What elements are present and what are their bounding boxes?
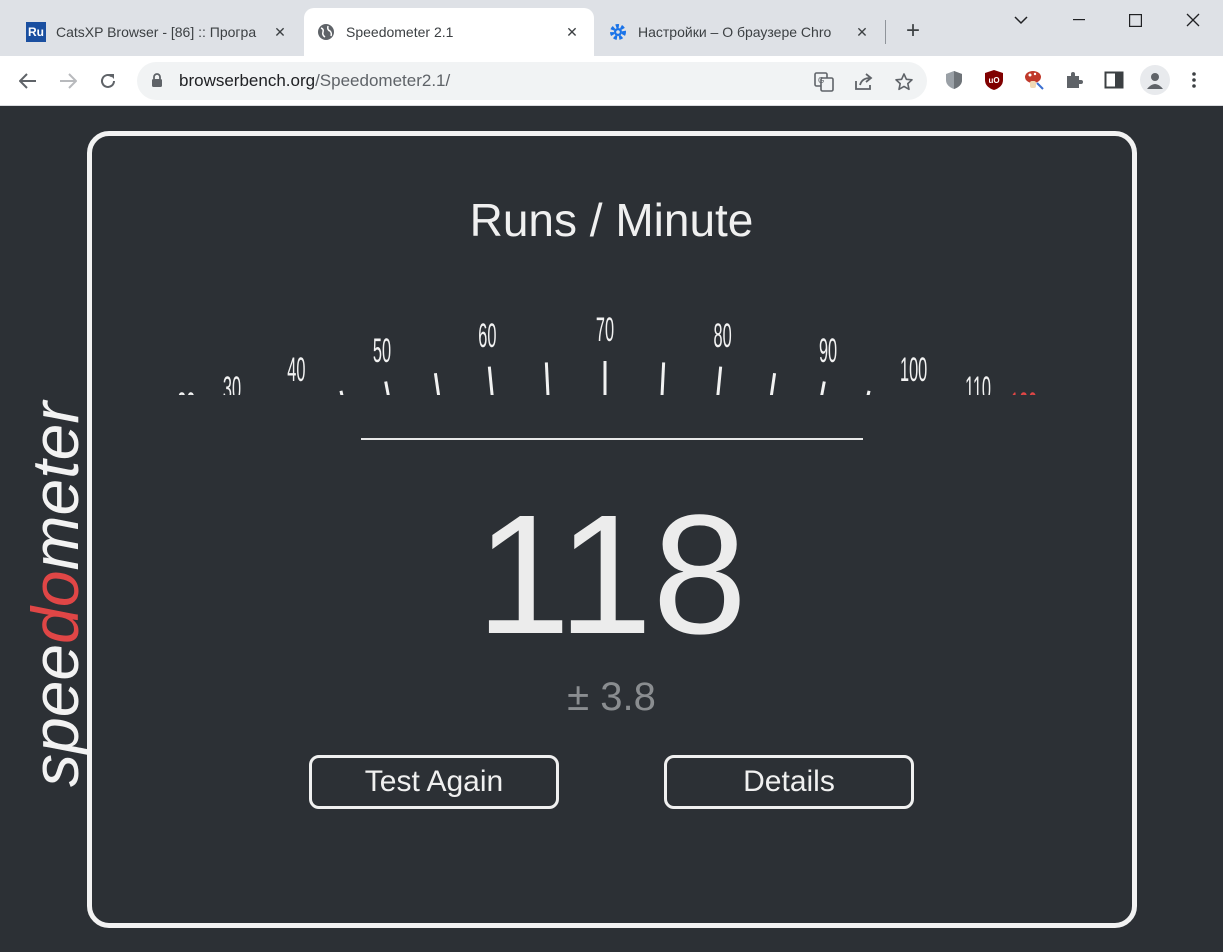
gauge-label: 60 [478,316,496,354]
tab-speedometer[interactable]: Speedometer 2.1 ✕ [304,8,594,56]
ru-favicon-icon: Ru [26,22,46,42]
gauge-major-tick [487,366,494,395]
tab-title: CatsXP Browser - [86] :: Програ [56,24,257,40]
gauge-label: 90 [819,331,837,369]
close-icon[interactable]: ✕ [852,22,872,42]
gauge-label: 120 [1010,386,1037,395]
svg-text:uO: uO [989,76,1000,85]
gauge-label: 80 [714,316,732,354]
tab-title: Speedometer 2.1 [346,24,454,40]
ublock-origin-icon[interactable]: uO [982,68,1006,92]
tab-strip: Ru CatsXP Browser - [86] :: Програ ✕ Spe… [0,0,1223,56]
gauge-major-tick [384,381,390,395]
window-close-icon[interactable] [1164,0,1222,40]
tab-separator [885,20,886,44]
profile-avatar-icon[interactable] [1140,65,1170,95]
side-panel-icon[interactable] [1102,68,1126,92]
browser-toolbar: browserbench.org/Speedometer2.1/ G uO [0,56,1223,106]
translate-icon[interactable]: G [813,71,835,93]
gauge-label: 70 [596,310,614,348]
gauge-minor-tick [544,362,550,395]
gauge: 0102030405060708090100110120130140 [177,310,1037,395]
score-value: 118 [475,480,748,670]
gauge-label: 50 [373,331,391,369]
share-icon[interactable] [853,71,875,93]
test-again-button[interactable]: Test Again [309,755,559,809]
back-icon[interactable] [13,66,43,96]
gauge-minor-tick [769,372,777,395]
extensions-puzzle-icon[interactable] [1062,68,1086,92]
close-icon[interactable]: ✕ [270,22,290,42]
gauge-major-tick [716,366,723,395]
close-icon[interactable]: ✕ [562,22,582,42]
mushroom-extension-icon[interactable] [1022,68,1046,92]
lock-icon[interactable] [151,73,163,93]
new-tab-icon[interactable]: + [900,17,926,44]
details-button[interactable]: Details [664,755,914,809]
tab-search-icon[interactable] [992,0,1050,40]
gear-icon [608,22,628,42]
gauge-label: 100 [900,351,927,389]
divider-line [361,438,863,440]
globe-icon [316,22,336,42]
gauge-minor-tick [433,372,441,395]
maximize-icon[interactable] [1106,0,1164,40]
forward-icon[interactable] [53,66,83,96]
tab-settings[interactable]: Настройки – О браузере Chro ✕ [596,8,884,56]
score-margin-of-error: ± 3.8 [567,675,656,719]
url-text[interactable]: browserbench.org/Speedometer2.1/ [179,71,450,91]
address-bar[interactable]: browserbench.org/Speedometer2.1/ G [137,62,927,100]
tab-title: Настройки – О браузере Chro [638,24,832,40]
gauge-minor-tick [339,390,344,395]
gauge-major-tick [820,381,826,395]
speedometer-page: speedometer Runs / Minute 01020304050607… [0,107,1223,952]
url-host: browserbench.org [179,71,316,90]
menu-kebab-icon[interactable] [1182,68,1206,92]
url-path: /Speedometer2.1/ [315,71,451,90]
gauge-minor-tick [866,390,871,395]
svg-text:G: G [818,76,824,85]
gauge-label: 20 [177,386,195,395]
shield-extension-icon[interactable] [942,68,966,92]
gauge-label: 110 [965,370,991,395]
reload-icon[interactable] [93,66,123,96]
tab-catsxp[interactable]: Ru CatsXP Browser - [86] :: Програ ✕ [14,8,302,56]
minimize-icon[interactable] [1050,0,1108,40]
gauge-minor-tick [660,362,666,395]
runs-per-minute-heading: Runs / Minute [469,194,754,246]
gauge-label: 30 [223,370,241,395]
gauge-label: 40 [287,351,305,389]
bookmark-star-icon[interactable] [893,71,915,93]
